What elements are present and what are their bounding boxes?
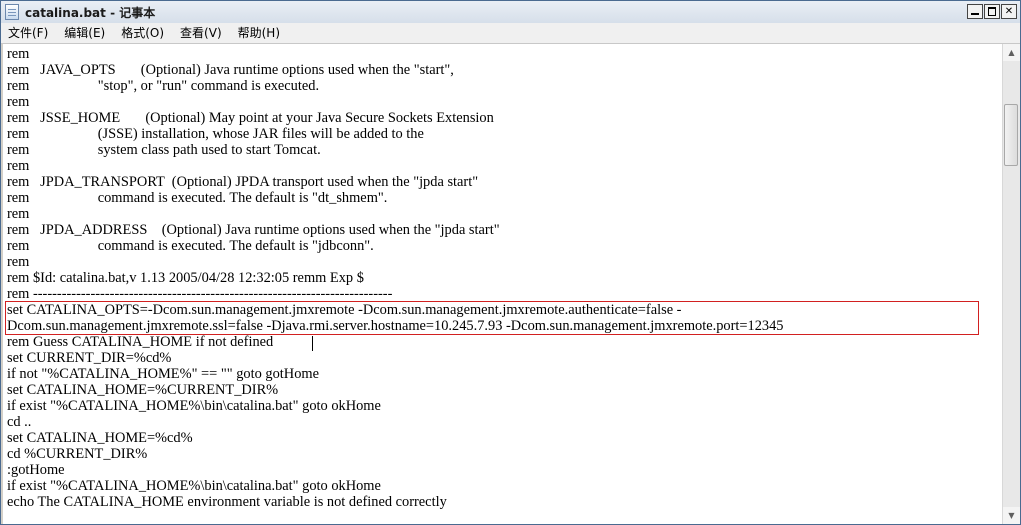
text-line: rem xyxy=(7,94,30,110)
text-line: rem JSSE_HOME (Optional) May point at yo… xyxy=(7,110,494,126)
title-bar[interactable]: catalina.bat - 记事本 ✕ xyxy=(1,1,1020,24)
text-line: if not "%CATALINA_HOME%" == "" goto gotH… xyxy=(7,366,319,382)
text-line: rem xyxy=(7,254,30,270)
text-line: cd %CURRENT_DIR% xyxy=(7,446,148,462)
text-line: rem JAVA_OPTS (Optional) Java runtime op… xyxy=(7,62,454,78)
scroll-down-arrow-icon: ▼ xyxy=(1008,511,1015,520)
text-line: rem JPDA_TRANSPORT (Optional) JPDA trans… xyxy=(7,174,479,190)
text-editor-area[interactable]: rem rem JAVA_OPTS (Optional) Java runtime… xyxy=(3,44,1002,524)
text-line: rem xyxy=(7,206,30,222)
text-line: cd .. xyxy=(7,414,32,430)
menu-edit[interactable]: 编辑(E) xyxy=(59,23,110,43)
text-line: if exist "%CATALINA_HOME%\bin\catalina.b… xyxy=(7,398,381,414)
text-line: if exist "%CATALINA_HOME%\bin\catalina.b… xyxy=(7,478,381,494)
menu-bar: 文件(F) 编辑(E) 格式(O) 查看(V) 帮助(H) xyxy=(1,23,1020,44)
text-line: set CATALINA_HOME=%cd% xyxy=(7,430,193,446)
maximize-button[interactable] xyxy=(984,4,1000,19)
menu-file[interactable]: 文件(F) xyxy=(3,23,53,43)
minimize-button[interactable] xyxy=(967,4,983,19)
text-line: echo The CATALINA_HOME environment varia… xyxy=(7,494,447,510)
menu-view[interactable]: 查看(V) xyxy=(175,23,227,43)
text-caret xyxy=(312,336,313,351)
window-title: catalina.bat - 记事本 xyxy=(25,6,156,20)
text-line: rem system class path used to start Tomc… xyxy=(7,142,321,158)
text-line: rem command is executed. The default is … xyxy=(7,238,374,254)
close-icon: ✕ xyxy=(1004,6,1014,17)
text-line: rem ------------------------------------… xyxy=(7,286,393,302)
menu-format[interactable]: 格式(O) xyxy=(116,23,169,43)
text-line: set CURRENT_DIR=%cd% xyxy=(7,350,172,366)
scroll-up-arrow-icon: ▲ xyxy=(1008,48,1015,57)
text-line: rem xyxy=(7,158,30,174)
text-line: rem "stop", or "run" command is executed… xyxy=(7,78,320,94)
highlight-annotation-box xyxy=(5,301,979,335)
scroll-up-button[interactable]: ▲ xyxy=(1003,44,1020,61)
scroll-down-button[interactable]: ▼ xyxy=(1003,507,1020,524)
notepad-window: catalina.bat - 记事本 ✕ 文件(F) 编辑(E) 格式(O) 查… xyxy=(0,0,1021,525)
text-line: rem $Id: catalina.bat,v 1.13 2005/04/28 … xyxy=(7,270,364,286)
menu-help[interactable]: 帮助(H) xyxy=(233,23,285,43)
text-line: :gotHome xyxy=(7,462,65,478)
text-line: rem Guess CATALINA_HOME if not defined xyxy=(7,334,274,350)
text-line: set CATALINA_HOME=%CURRENT_DIR% xyxy=(7,382,279,398)
text-line: rem (JSSE) installation, whose JAR files… xyxy=(7,126,424,142)
editor-text[interactable]: rem rem JAVA_OPTS (Optional) Java runtime… xyxy=(7,46,783,510)
vertical-scrollbar[interactable]: ▲ ▼ xyxy=(1002,44,1020,524)
close-button[interactable]: ✕ xyxy=(1001,4,1017,19)
notepad-icon[interactable] xyxy=(5,4,19,20)
text-line: rem xyxy=(7,46,30,62)
text-line: rem command is executed. The default is … xyxy=(7,190,388,206)
scrollbar-thumb[interactable] xyxy=(1004,104,1018,166)
text-line: rem JPDA_ADDRESS (Optional) Java runtime… xyxy=(7,222,500,238)
